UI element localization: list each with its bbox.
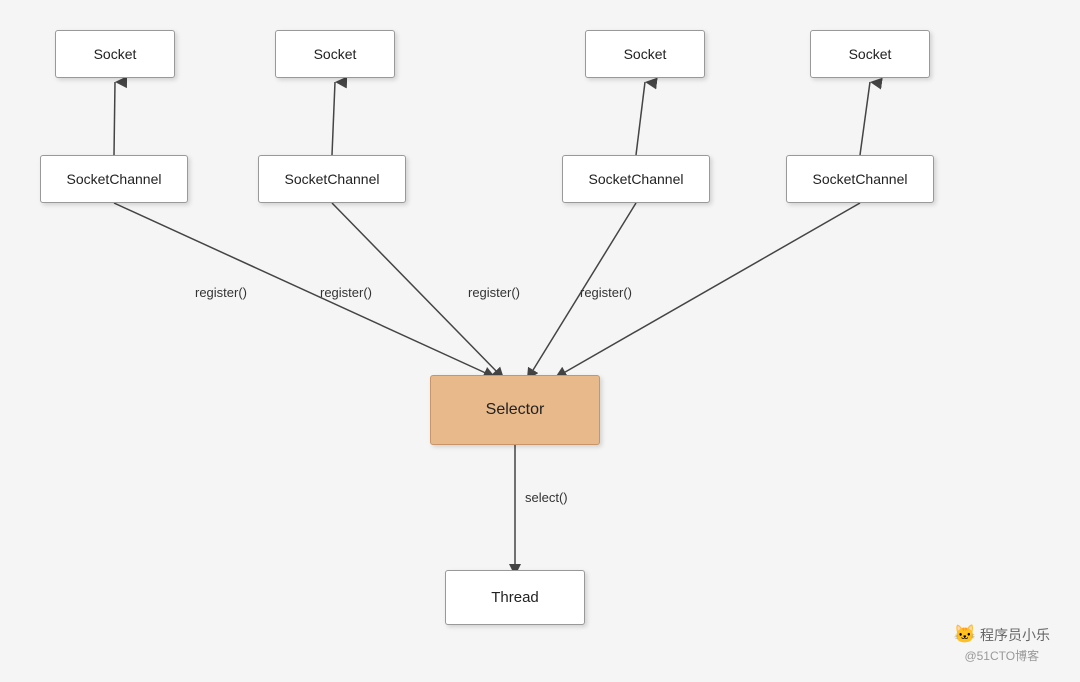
socket-label-3: Socket bbox=[624, 46, 667, 62]
sc-label-4: SocketChannel bbox=[813, 171, 908, 187]
register-label-1: register() bbox=[195, 285, 247, 300]
socket-box-1: Socket bbox=[55, 30, 175, 78]
socket-box-2: Socket bbox=[275, 30, 395, 78]
sc-label-3: SocketChannel bbox=[589, 171, 684, 187]
register-label-2: register() bbox=[320, 285, 372, 300]
socket-box-4: Socket bbox=[810, 30, 930, 78]
register-label-4: register() bbox=[580, 285, 632, 300]
socket-label-2: Socket bbox=[314, 46, 357, 62]
watermark-sub: @51CTO博客 bbox=[964, 647, 1039, 664]
socketchannel-box-3: SocketChannel bbox=[562, 155, 710, 203]
socketchannel-box-2: SocketChannel bbox=[258, 155, 406, 203]
selector-label: Selector bbox=[486, 401, 545, 419]
thread-label: Thread bbox=[491, 589, 539, 606]
socket-label-1: Socket bbox=[94, 46, 137, 62]
socketchannel-box-4: SocketChannel bbox=[786, 155, 934, 203]
thread-box: Thread bbox=[445, 570, 585, 625]
select-label: select() bbox=[525, 490, 568, 505]
socket-box-3: Socket bbox=[585, 30, 705, 78]
watermark-icon: 🐱 bbox=[954, 624, 976, 645]
sc-label-1: SocketChannel bbox=[67, 171, 162, 187]
selector-box: Selector bbox=[430, 375, 600, 445]
watermark-name: 程序员小乐 bbox=[980, 625, 1050, 645]
watermark: 🐱 程序员小乐 @51CTO博客 bbox=[954, 624, 1050, 664]
sc-label-2: SocketChannel bbox=[285, 171, 380, 187]
diagram-container: Socket Socket Socket Socket SocketChanne… bbox=[0, 0, 1080, 682]
socket-label-4: Socket bbox=[849, 46, 892, 62]
register-label-3: register() bbox=[468, 285, 520, 300]
socketchannel-box-1: SocketChannel bbox=[40, 155, 188, 203]
